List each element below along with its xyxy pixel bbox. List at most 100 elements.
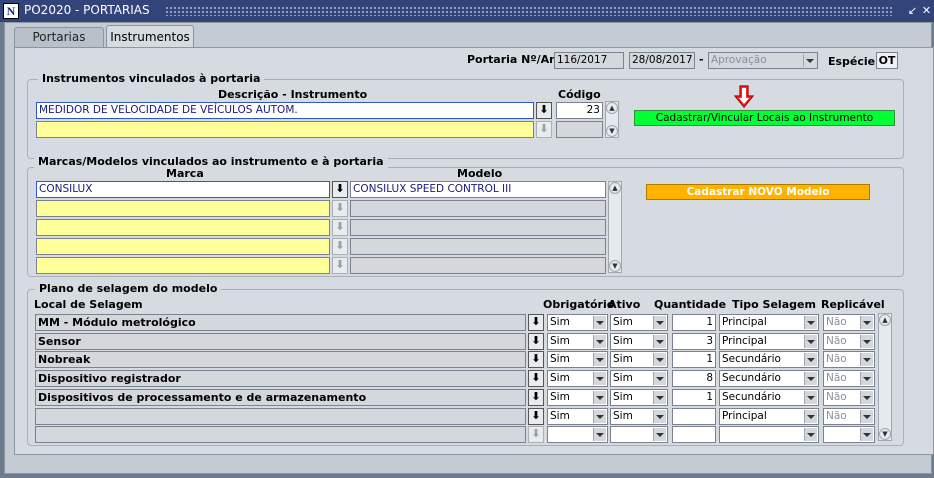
modelo-field[interactable] — [350, 200, 606, 217]
ativo-select[interactable]: Sim — [610, 351, 668, 368]
marca-field[interactable] — [36, 219, 330, 236]
replicavel-select[interactable]: Não — [823, 389, 875, 406]
chevron-down-icon — [807, 377, 815, 381]
lov-download-icon[interactable]: ⬇ — [528, 351, 544, 368]
instrumento-codigo-field[interactable] — [556, 121, 603, 138]
ativo-select[interactable]: Sim — [610, 408, 668, 425]
lov-download-icon[interactable]: ⬇ — [528, 408, 544, 425]
ativo-select[interactable]: Sim — [610, 314, 668, 331]
marca-field[interactable] — [36, 238, 330, 255]
scroll-down-icon[interactable]: ▼ — [609, 260, 621, 272]
lov-download-icon[interactable]: ⬇ — [528, 389, 544, 406]
tab-portarias[interactable]: Portarias — [14, 27, 104, 47]
scroll-down-icon[interactable]: ▼ — [879, 428, 891, 440]
obrigatorio-select[interactable]: Sim — [547, 370, 608, 387]
modelo-field[interactable]: CONSILUX SPEED CONTROL III — [350, 181, 606, 198]
ativo-select[interactable] — [610, 426, 668, 443]
ativo-select[interactable]: Sim — [610, 370, 668, 387]
replicavel-select[interactable]: Não — [823, 370, 875, 387]
lov-download-icon[interactable]: ⬇ — [332, 181, 348, 198]
tipo-selagem-select[interactable]: Principal — [719, 333, 819, 350]
lov-download-icon[interactable]: ⬇ — [528, 426, 544, 443]
plano-scrollbar[interactable]: ▲ ▼ — [878, 313, 892, 441]
chevron-down-icon — [596, 321, 604, 325]
tipo-selagem-select[interactable]: Principal — [719, 408, 819, 425]
local-selagem-field[interactable]: Nobreak — [35, 351, 526, 368]
tipo-selagem-select[interactable] — [719, 426, 819, 443]
scroll-up-icon[interactable]: ▲ — [879, 314, 891, 326]
local-selagem-field[interactable]: Sensor — [35, 333, 526, 350]
local-selagem-field[interactable]: Dispositivo registrador — [35, 370, 526, 387]
chevron-down-icon — [596, 358, 604, 362]
chevron-down-icon — [656, 340, 664, 344]
scroll-up-icon[interactable]: ▲ — [606, 102, 618, 114]
lov-download-icon[interactable]: ⬇ — [536, 121, 552, 138]
quantidade-field[interactable]: 3 — [672, 333, 716, 350]
scroll-up-icon[interactable]: ▲ — [609, 182, 621, 194]
status-select[interactable]: Aprovação — [708, 52, 818, 69]
obrigatorio-select[interactable]: Sim — [547, 389, 608, 406]
instrumento-descricao-field[interactable] — [36, 121, 534, 138]
especie-field[interactable]: OT — [876, 52, 898, 69]
cadastrar-vincular-locais-button[interactable]: Cadastrar/Vincular Locais ao Instrumento — [634, 110, 895, 126]
local-selagem-field[interactable]: MM - Módulo metrológico — [35, 314, 526, 331]
marca-field[interactable]: CONSILUX — [36, 181, 330, 198]
chevron-down-icon — [596, 415, 604, 419]
tipo-selagem-select[interactable]: Secundário — [719, 389, 819, 406]
modelo-field[interactable] — [350, 219, 606, 236]
lov-download-icon[interactable]: ⬇ — [332, 219, 348, 236]
tipo-selagem-select[interactable]: Principal — [719, 314, 819, 331]
lov-download-icon[interactable]: ⬇ — [528, 314, 544, 331]
col-quantidade: Quantidade — [654, 298, 727, 311]
ativo-select[interactable]: Sim — [610, 333, 668, 350]
quantidade-field[interactable]: 8 — [672, 370, 716, 387]
app-icon: N — [3, 3, 19, 19]
restore-icon[interactable]: ↙ — [906, 4, 919, 17]
quantidade-field[interactable]: 1 — [672, 314, 716, 331]
chevron-down-icon — [807, 396, 815, 400]
modelo-field[interactable] — [350, 238, 606, 255]
obrigatorio-select[interactable]: Sim — [547, 408, 608, 425]
replicavel-select[interactable] — [823, 426, 875, 443]
chevron-down-icon — [863, 396, 871, 400]
instrumentos-scrollbar[interactable]: ▲ ▼ — [605, 101, 619, 138]
replicavel-select[interactable]: Não — [823, 351, 875, 368]
obrigatorio-select[interactable]: Sim — [547, 351, 608, 368]
lov-download-icon[interactable]: ⬇ — [536, 102, 552, 119]
tab-instrumentos[interactable]: Instrumentos — [106, 25, 194, 48]
quantidade-field[interactable] — [672, 408, 716, 425]
cadastrar-novo-modelo-button[interactable]: Cadastrar NOVO Modelo — [646, 184, 870, 200]
local-selagem-field[interactable]: Dispositivos de processamento e de armaz… — [35, 389, 526, 406]
chevron-down-icon — [863, 358, 871, 362]
replicavel-select[interactable]: Não — [823, 314, 875, 331]
obrigatorio-select[interactable]: Sim — [547, 333, 608, 350]
lov-download-icon[interactable]: ⬇ — [528, 333, 544, 350]
replicavel-select[interactable]: Não — [823, 333, 875, 350]
modelo-field[interactable] — [350, 257, 606, 274]
lov-download-icon[interactable]: ⬇ — [332, 238, 348, 255]
tipo-selagem-select[interactable]: Secundário — [719, 370, 819, 387]
marca-field[interactable] — [36, 200, 330, 217]
marca-field[interactable] — [36, 257, 330, 274]
local-selagem-field[interactable] — [35, 408, 526, 425]
obrigatorio-select[interactable]: Sim — [547, 314, 608, 331]
portaria-field[interactable]: 116/2017 — [554, 52, 624, 69]
chevron-down-icon — [596, 377, 604, 381]
ativo-select[interactable]: Sim — [610, 389, 668, 406]
quantidade-field[interactable]: 1 — [672, 351, 716, 368]
instrumento-descricao-field[interactable]: MEDIDOR DE VELOCIDADE DE VEÍCULOS AUTOM. — [36, 102, 534, 119]
lov-download-icon[interactable]: ⬇ — [332, 257, 348, 274]
quantidade-field[interactable]: 1 — [672, 389, 716, 406]
marcas-scrollbar[interactable]: ▲ ▼ — [608, 181, 622, 273]
quantidade-field[interactable] — [672, 426, 716, 443]
instrumento-codigo-field[interactable]: 23 — [556, 102, 603, 119]
obrigatorio-select[interactable] — [547, 426, 608, 443]
close-icon[interactable]: ✕ — [920, 4, 933, 17]
lov-download-icon[interactable]: ⬇ — [528, 370, 544, 387]
replicavel-select[interactable]: Não — [823, 408, 875, 425]
local-selagem-field[interactable] — [35, 426, 526, 443]
lov-download-icon[interactable]: ⬇ — [332, 200, 348, 217]
tipo-selagem-select[interactable]: Secundário — [719, 351, 819, 368]
scroll-down-icon[interactable]: ▼ — [606, 125, 618, 137]
date-field[interactable]: 28/08/2017 — [629, 52, 695, 69]
